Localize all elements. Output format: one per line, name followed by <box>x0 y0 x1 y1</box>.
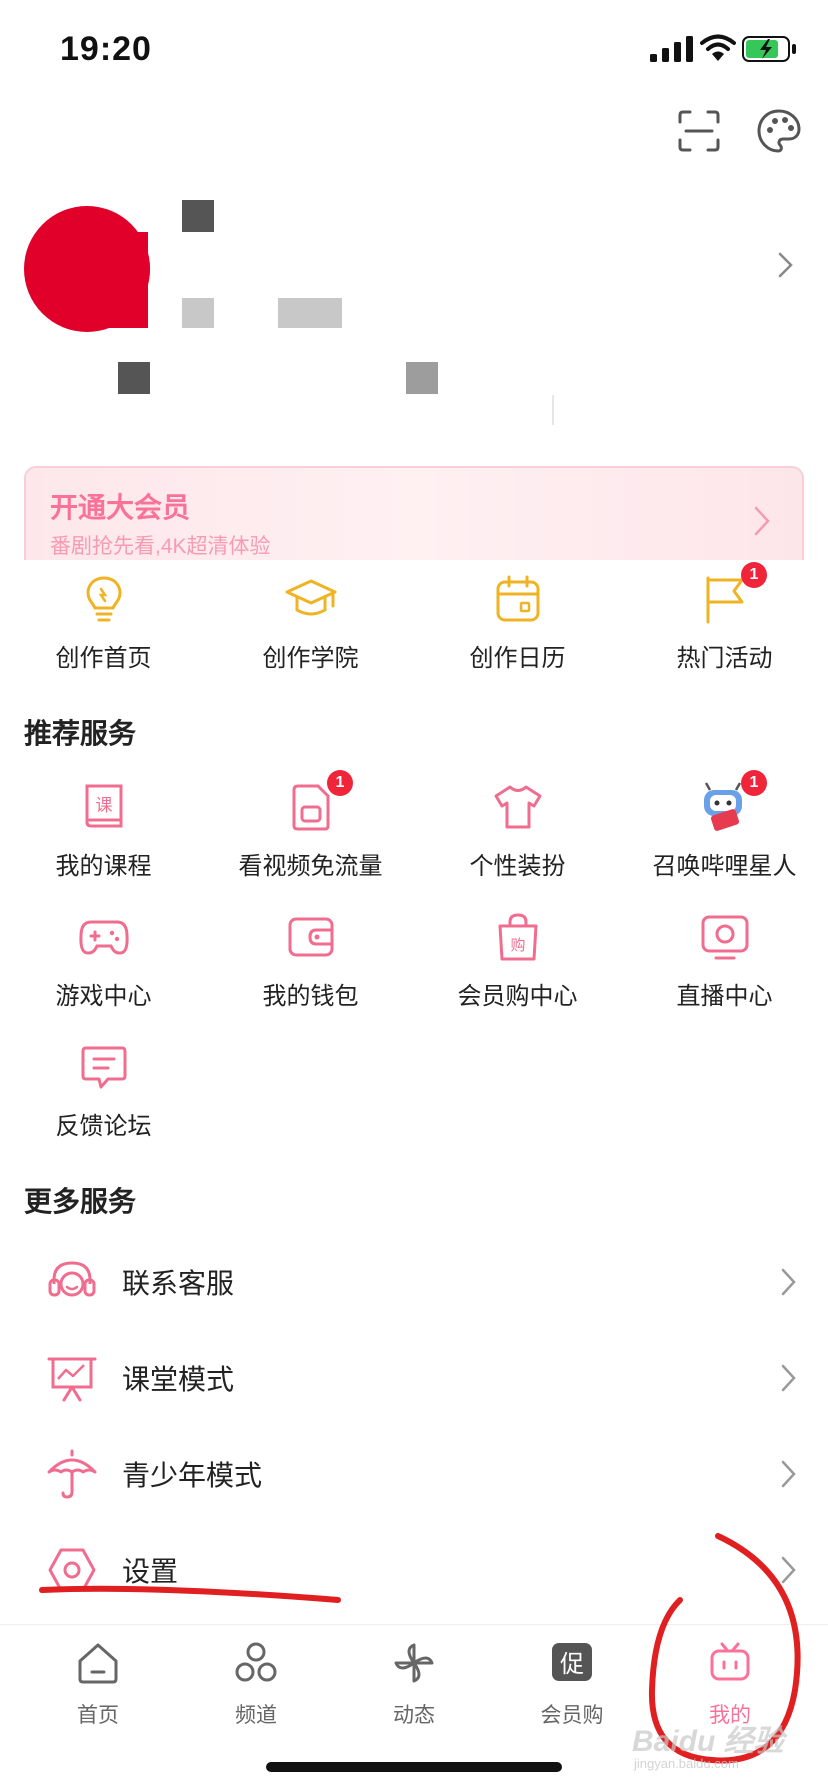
tab-channel[interactable]: 频道 <box>176 1641 336 1741</box>
member-shop-item[interactable]: 购 会员购中心 <box>414 910 621 1020</box>
classroom-mode-row[interactable]: 课堂模式 <box>0 1330 828 1426</box>
status-time: 19:20 <box>60 30 152 68</box>
bilibili-tv-icon <box>710 1642 750 1681</box>
stat-mosaic-1 <box>118 362 150 394</box>
summon-mascot-badge: 1 <box>741 770 767 796</box>
free-data-item[interactable]: 1 看视频免流量 <box>207 770 414 890</box>
creator-home-label: 创作首页 <box>55 645 152 672</box>
calendar-icon <box>496 575 540 622</box>
hot-events-item[interactable]: 1 热门活动 <box>621 562 828 682</box>
customer-service-label: 联系客服 <box>122 1268 235 1299</box>
free-data-label: 看视频免流量 <box>238 853 383 880</box>
tshirt-icon <box>494 785 542 829</box>
avatar-mosaic <box>88 232 148 328</box>
tv-icon <box>701 915 749 960</box>
pinwheel-icon <box>394 1643 434 1683</box>
course-book-icon: 课 <box>85 784 123 828</box>
teen-mode-row[interactable]: 青少年模式 <box>0 1426 828 1522</box>
tab-member-shop[interactable]: 促 会员购 <box>492 1641 652 1741</box>
settings-row[interactable]: 设置 <box>0 1522 828 1618</box>
dress-up-item[interactable]: 个性装扮 <box>414 780 621 890</box>
lightbulb-icon <box>86 576 122 622</box>
vip-subtitle: 番剧抢先看,4K超清体验 <box>50 535 271 558</box>
presentation-icon <box>47 1357 97 1402</box>
promo-icon: 促 <box>552 1643 592 1681</box>
customer-service-row[interactable]: 联系客服 <box>0 1234 828 1330</box>
tab-home-label: 首页 <box>77 1704 119 1727</box>
tab-member-shop-label: 会员购 <box>540 1704 604 1727</box>
chevron-right-icon <box>781 1268 796 1296</box>
tab-channel-label: 频道 <box>235 1704 277 1727</box>
message-icon <box>81 1046 127 1089</box>
live-center-item[interactable]: 直播中心 <box>621 910 828 1020</box>
home-icon <box>78 1643 118 1684</box>
classroom-mode-label: 课堂模式 <box>122 1364 235 1395</box>
creator-calendar-label: 创作日历 <box>469 645 566 672</box>
game-center-item[interactable]: 游戏中心 <box>0 910 207 1020</box>
summon-mascot-item[interactable]: 1 召唤哔哩星人 <box>621 770 828 890</box>
username-mosaic <box>182 200 214 232</box>
battery-charging-icon <box>742 36 796 62</box>
wallet-icon <box>288 917 334 957</box>
hot-events-badge: 1 <box>741 562 767 588</box>
settings-icon <box>48 1548 96 1592</box>
home-indicator <box>266 1762 562 1772</box>
feedback-forum-item[interactable]: 反馈论坛 <box>0 1040 207 1150</box>
chevron-right-icon <box>781 1460 796 1488</box>
channel-icon <box>235 1642 277 1682</box>
gamepad-icon <box>79 920 129 955</box>
game-center-label: 游戏中心 <box>55 983 152 1010</box>
free-data-badge: 1 <box>327 770 353 796</box>
feedback-forum-label: 反馈论坛 <box>55 1113 152 1140</box>
chevron-right-icon <box>781 1556 796 1584</box>
vip-title: 开通大会员 <box>50 492 191 523</box>
my-course-item[interactable]: 课 我的课程 <box>0 780 207 890</box>
recommended-title: 推荐服务 <box>24 718 137 749</box>
settings-label: 设置 <box>122 1556 179 1587</box>
umbrella-icon <box>47 1449 97 1499</box>
tab-dynamic-label: 动态 <box>393 1704 435 1727</box>
hot-events-label: 热门活动 <box>676 645 773 672</box>
my-course-label: 我的课程 <box>55 853 152 880</box>
more-services-title: 更多服务 <box>24 1186 137 1217</box>
level-mosaic <box>182 298 214 328</box>
graduation-cap-icon <box>285 579 337 616</box>
headset-icon <box>48 1261 96 1297</box>
wifi-icon <box>700 34 736 61</box>
svg-text:课: 课 <box>96 796 113 816</box>
watermark-url: jingyan.baidu.com <box>634 1756 739 1771</box>
profile-chevron-icon[interactable] <box>776 250 796 280</box>
member-shop-label: 会员购中心 <box>457 983 578 1010</box>
palette-icon[interactable] <box>754 106 804 156</box>
tab-dynamic[interactable]: 动态 <box>334 1641 494 1741</box>
watermark: Baidu 经验 <box>632 1725 784 1758</box>
scan-icon[interactable] <box>674 106 724 156</box>
wallet-item[interactable]: 我的钱包 <box>207 910 414 1020</box>
vip-banner[interactable]: 开通大会员 番剧抢先看,4K超清体验 <box>24 466 804 572</box>
creator-calendar-item[interactable]: 创作日历 <box>414 572 621 682</box>
creator-academy-label: 创作学院 <box>262 645 359 672</box>
creator-academy-item[interactable]: 创作学院 <box>207 572 414 682</box>
summon-mascot-label: 召唤哔哩星人 <box>652 853 797 880</box>
live-center-label: 直播中心 <box>676 983 773 1010</box>
stat-mosaic-2 <box>406 362 438 394</box>
promo-glyph: 促 <box>560 1650 584 1678</box>
tab-home[interactable]: 首页 <box>18 1641 178 1741</box>
stats-divider <box>552 395 554 425</box>
wallet-label: 我的钱包 <box>262 983 359 1010</box>
creator-home-item[interactable]: 创作首页 <box>0 572 207 682</box>
svg-text:购: 购 <box>510 936 525 954</box>
cellular-signal-icon <box>650 36 693 62</box>
badge-mosaic <box>278 298 342 328</box>
chevron-right-icon <box>781 1364 796 1392</box>
teen-mode-label: 青少年模式 <box>122 1460 263 1491</box>
shopping-bag-icon: 购 <box>498 913 538 961</box>
vip-chevron-icon <box>754 506 770 536</box>
dress-up-label: 个性装扮 <box>469 853 566 880</box>
status-bar: 19:20 <box>0 0 828 100</box>
